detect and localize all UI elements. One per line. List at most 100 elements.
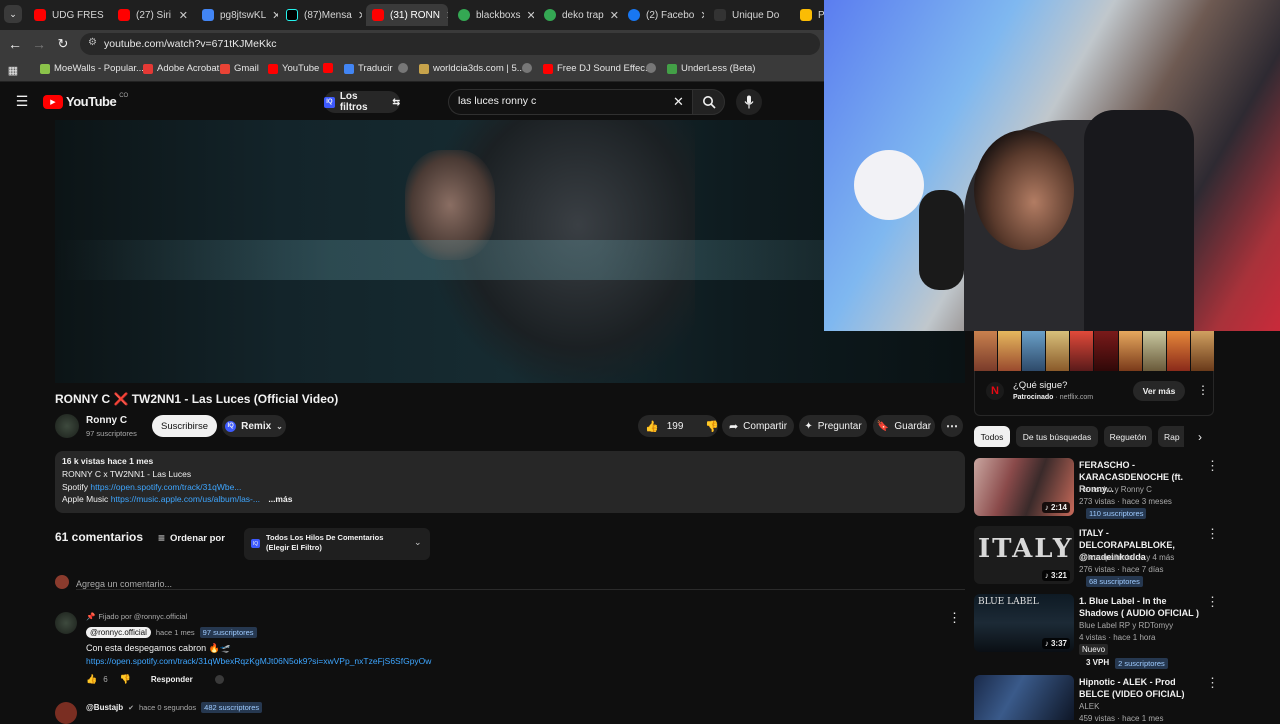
menu-hamburger-icon[interactable]: ☰ [14,94,30,108]
apps-grid-icon[interactable]: ▦ [6,63,20,77]
search-input[interactable] [458,95,658,107]
comment-filter-dropdown[interactable]: IQ Todos Los Hilos De Comentarios (Elegi… [244,528,430,560]
comment-time[interactable]: hace 1 mes [156,628,195,637]
video-channel[interactable]: Ferascho y Ronny C [1079,485,1152,494]
chips-next-chevron-icon[interactable]: › [1192,429,1208,445]
thumbs-up-icon[interactable]: 👍 [645,420,659,433]
search-button[interactable] [692,89,725,115]
bookmark-item[interactable]: MoeWalls - Popular... [40,63,144,74]
browser-tab[interactable]: UDG FRES ✕ [28,4,110,26]
video-channel[interactable]: ALEK [1079,702,1099,711]
browser-tab[interactable]: (87)Mensa ✕ [280,4,362,26]
site-info-icon[interactable]: ⚙ [88,37,97,48]
chip-rap[interactable]: Rap [1158,426,1184,447]
comment-header: @ronnyc.official hace 1 mes 97 suscripto… [86,627,257,638]
search-box[interactable]: ✕ [448,89,692,115]
channel-name[interactable]: Ronny C [86,415,127,426]
description-box[interactable]: 16 k vistas hace 1 mes RONNY C x TW2NN1 … [55,451,965,513]
ad-banner-image[interactable] [974,331,1214,371]
clear-search-icon[interactable]: ✕ [673,94,684,110]
video-more-icon[interactable]: ⋮ [1206,526,1219,542]
bookmark-item[interactable]: Adobe Acrobat [143,63,219,74]
video-title[interactable]: Hipnotic - ALEK - Prod BELCE (VIDEO OFIC… [1079,676,1201,700]
ad-poster [1046,331,1069,371]
video-title[interactable]: 1. Blue Label - In the Shadows ( AUDIO O… [1079,595,1201,619]
bookmark-item[interactable]: Free DJ Sound Effec... [543,63,653,74]
pin-icon: 📌 [86,612,95,621]
close-tab-icon[interactable]: ✕ [700,9,704,22]
forward-arrow-icon[interactable]: → [32,36,46,52]
comment-time[interactable]: hace 0 segundos [139,703,196,712]
close-tab-icon[interactable]: ✕ [358,9,362,22]
browser-tab[interactable]: blackboxs ✕ [452,4,534,26]
sort-button[interactable]: ≡ Ordenar por [158,531,225,545]
close-tab-icon[interactable]: ✕ [610,9,619,22]
filters-button[interactable]: IQ Los filtros ⇆ [324,91,400,113]
bookmark-item[interactable]: Traducir [344,63,393,74]
save-button[interactable]: 🔖 Guardar [873,415,935,437]
comment-link[interactable]: https://open.spotify.com/track/31qWbexRq… [86,656,431,666]
browser-tab[interactable]: (2) Facebo ✕ [622,4,704,26]
video-more-icon[interactable]: ⋮ [1206,594,1219,610]
video-more-icon[interactable]: ⋮ [1206,458,1219,474]
chip-from-searches[interactable]: De tus búsquedas [1016,426,1098,447]
url-field[interactable]: ⚙ youtube.com/watch?v=671tKJMeKkc [80,33,820,55]
more-actions-button[interactable]: ⋯ [941,415,963,437]
channel-avatar[interactable] [55,414,79,438]
ad-card[interactable]: N ¿Qué sigue? Patrocinado · netflix.com … [974,371,1214,416]
video-thumbnail[interactable] [974,675,1074,720]
video-channel[interactable]: Blue Label RP y RDTomyy [1079,621,1173,630]
close-tab-icon[interactable]: ✕ [272,9,278,22]
spotify-link[interactable]: https://open.spotify.com/track/31qWbe... [90,482,241,492]
browser-tab-active[interactable]: (31) RONN ✕ [366,4,448,26]
browser-tab[interactable]: pg8jtswKL ✕ [196,4,278,26]
comment-avatar[interactable] [55,702,77,724]
share-button[interactable]: ➦ Compartir [722,415,794,437]
comment-author[interactable]: @Bustajb [86,703,123,712]
bookmark-item[interactable]: Gmail [220,63,259,74]
reload-icon[interactable]: ↻ [56,36,70,52]
chip-regueton[interactable]: Reguetón [1104,426,1152,447]
close-tab-icon[interactable]: ✕ [446,9,448,22]
show-more-link[interactable]: ...más [268,494,292,504]
reply-button[interactable]: Responder [151,675,193,684]
apple-music-link[interactable]: https://music.apple.com/us/album/las-... [111,494,260,504]
thumbs-down-icon[interactable]: 👎 [705,420,719,433]
video-thumbnail[interactable]: ♪ 2:14 [974,458,1074,516]
bookmark-item[interactable]: UnderLess (Beta) [667,63,755,74]
youtube-logo[interactable]: ▶ YouTube CO [43,94,128,109]
ask-button[interactable]: ✦ Preguntar [799,415,867,437]
bookmark-item[interactable] [646,63,656,73]
ad-cta-button[interactable]: Ver más [1133,381,1185,401]
bookmark-item[interactable] [398,63,408,73]
bookmark-item[interactable]: worldcia3ds.com | 5... [419,63,525,74]
translate-icon [344,64,354,74]
ad-meta: Patrocinado · netflix.com [1013,394,1093,401]
comment-more-icon[interactable]: ⋮ [948,610,961,626]
back-arrow-icon[interactable]: ← [8,36,22,52]
remix-button[interactable]: IQ Remix ⌄ [222,415,286,437]
subscribe-button[interactable]: Suscribirse [152,415,217,437]
video-more-icon[interactable]: ⋮ [1206,675,1219,691]
video-thumbnail[interactable]: BLUE LABEL ♪ 3:37 [974,594,1074,652]
ad-more-icon[interactable]: ⋮ [1197,383,1209,397]
browser-tab[interactable]: (27) Siri ✕ [112,4,194,26]
close-tab-icon[interactable]: ✕ [526,9,534,22]
video-thumbnail[interactable]: ITALY ♪ 3:21 [974,526,1074,584]
video-channel[interactable]: delcorapalbloke ✓ y 4 más [1079,553,1174,562]
browser-tab[interactable]: PA [794,4,824,26]
bookmark-item[interactable]: YouTube [268,63,319,74]
browser-tab[interactable]: Unique Do [708,4,790,26]
browser-tab[interactable]: deko trap ✕ [538,4,620,26]
close-tab-icon[interactable]: ✕ [179,9,188,22]
thumbs-up-icon[interactable]: 👍 [86,674,97,685]
add-comment-input[interactable]: Agrega un comentario... [76,576,965,590]
tab-search-icon[interactable]: ⌄ [4,5,22,23]
comment-avatar[interactable] [55,612,77,634]
bookmark-item[interactable] [522,63,532,73]
comment-author-chip[interactable]: @ronnyc.official [86,627,151,638]
thumbs-down-icon[interactable]: 👎 [120,674,131,685]
chip-todos[interactable]: Todos [974,426,1010,447]
voice-search-button[interactable] [736,89,762,115]
bookmark-item[interactable] [323,63,333,73]
